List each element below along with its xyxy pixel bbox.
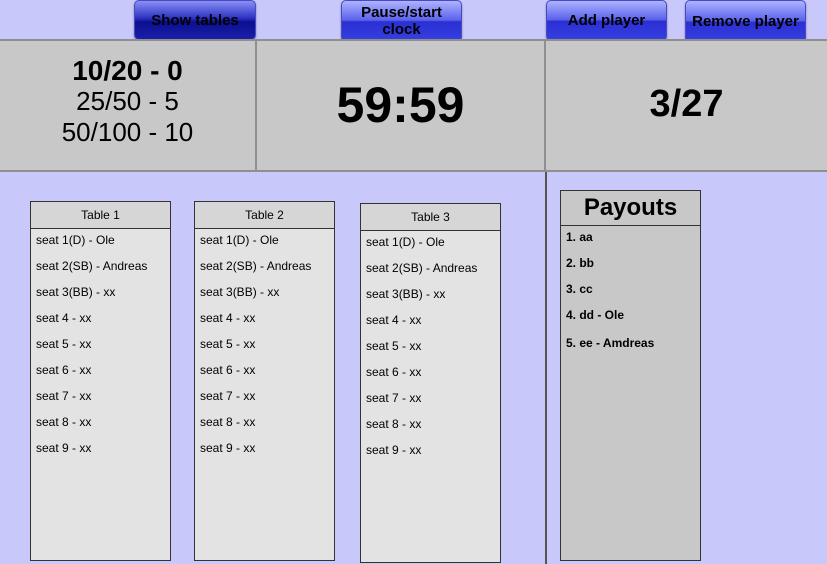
seat-item: seat 1(D) - Ole <box>36 233 115 247</box>
clock-display: 59:59 <box>336 77 465 133</box>
seat-item: seat 4 - xx <box>36 311 92 325</box>
clock-panel: 59:59 <box>257 39 546 172</box>
seat-item: seat 7 - xx <box>36 389 92 403</box>
seat-item: seat 2(SB) - Andreas <box>366 261 478 275</box>
add-player-button[interactable]: Add player <box>546 0 667 41</box>
table-2: Table 2 seat 1(D) - Ole seat 2(SB) - And… <box>194 201 335 561</box>
payout-item: 5. ee - Amdreas <box>566 336 655 350</box>
show-tables-label: Show tables <box>151 11 239 29</box>
seat-item: seat 7 - xx <box>200 389 256 403</box>
blinds-panel: 10/20 - 0 25/50 - 5 50/100 - 10 <box>0 39 257 172</box>
table-3-title: Table 3 <box>361 204 500 231</box>
seat-item: seat 6 - xx <box>36 363 92 377</box>
table-2-title: Table 2 <box>195 202 334 229</box>
add-player-label: Add player <box>567 12 646 29</box>
seat-item: seat 4 - xx <box>200 311 256 325</box>
seat-item: seat 2(SB) - Andreas <box>36 259 148 273</box>
seat-item: seat 3(BB) - xx <box>200 285 280 299</box>
players-count: 3/27 <box>649 83 724 125</box>
seat-item: seat 6 - xx <box>200 363 256 377</box>
table-1-title: Table 1 <box>31 202 170 229</box>
payout-item: 3. cc <box>566 282 593 296</box>
remove-player-label: Remove player <box>692 13 799 30</box>
seat-item: seat 1(D) - Ole <box>366 235 445 249</box>
show-tables-button[interactable]: Show tables <box>134 0 256 40</box>
remove-player-button[interactable]: Remove player <box>685 0 806 43</box>
payout-item: 2. bb <box>566 256 595 270</box>
pause-start-clock-label: Pause/start clock <box>361 4 442 38</box>
seat-item: seat 9 - xx <box>200 441 256 455</box>
table-1: Table 1 seat 1(D) - Ole seat 2(SB) - And… <box>30 201 171 561</box>
pause-start-clock-button[interactable]: Pause/start clock <box>341 0 462 42</box>
players-panel: 3/27 <box>546 39 827 172</box>
blind-level-after: 50/100 - 10 <box>61 117 194 147</box>
blind-level-next: 25/50 - 5 <box>76 86 179 116</box>
vertical-divider <box>545 172 547 564</box>
seat-item: seat 1(D) - Ole <box>200 233 279 247</box>
payout-item: 4. dd - Ole <box>566 308 625 322</box>
seat-item: seat 7 - xx <box>366 391 422 405</box>
seat-item: seat 5 - xx <box>366 339 422 353</box>
seat-item: seat 3(BB) - xx <box>366 287 446 301</box>
seat-item: seat 5 - xx <box>36 337 92 351</box>
seat-item: seat 8 - xx <box>36 415 92 429</box>
seat-item: seat 3(BB) - xx <box>36 285 116 299</box>
table-3: Table 3 seat 1(D) - Ole seat 2(SB) - And… <box>360 203 501 563</box>
payout-item: 1. aa <box>566 230 593 244</box>
seat-item: seat 8 - xx <box>200 415 256 429</box>
seat-item: seat 4 - xx <box>366 313 422 327</box>
seat-item: seat 6 - xx <box>366 365 422 379</box>
seat-item: seat 5 - xx <box>200 337 256 351</box>
blinds-list: 10/20 - 0 25/50 - 5 50/100 - 10 <box>0 55 255 148</box>
seat-item: seat 9 - xx <box>366 443 422 457</box>
seat-item: seat 9 - xx <box>36 441 92 455</box>
payouts-panel: Payouts 1. aa 2. bb 3. cc 4. dd - Ole 5.… <box>560 190 701 561</box>
blind-level-current: 10/20 - 0 <box>72 55 183 86</box>
seat-item: seat 2(SB) - Andreas <box>200 259 312 273</box>
seat-item: seat 8 - xx <box>366 417 422 431</box>
payouts-title: Payouts <box>561 191 700 226</box>
